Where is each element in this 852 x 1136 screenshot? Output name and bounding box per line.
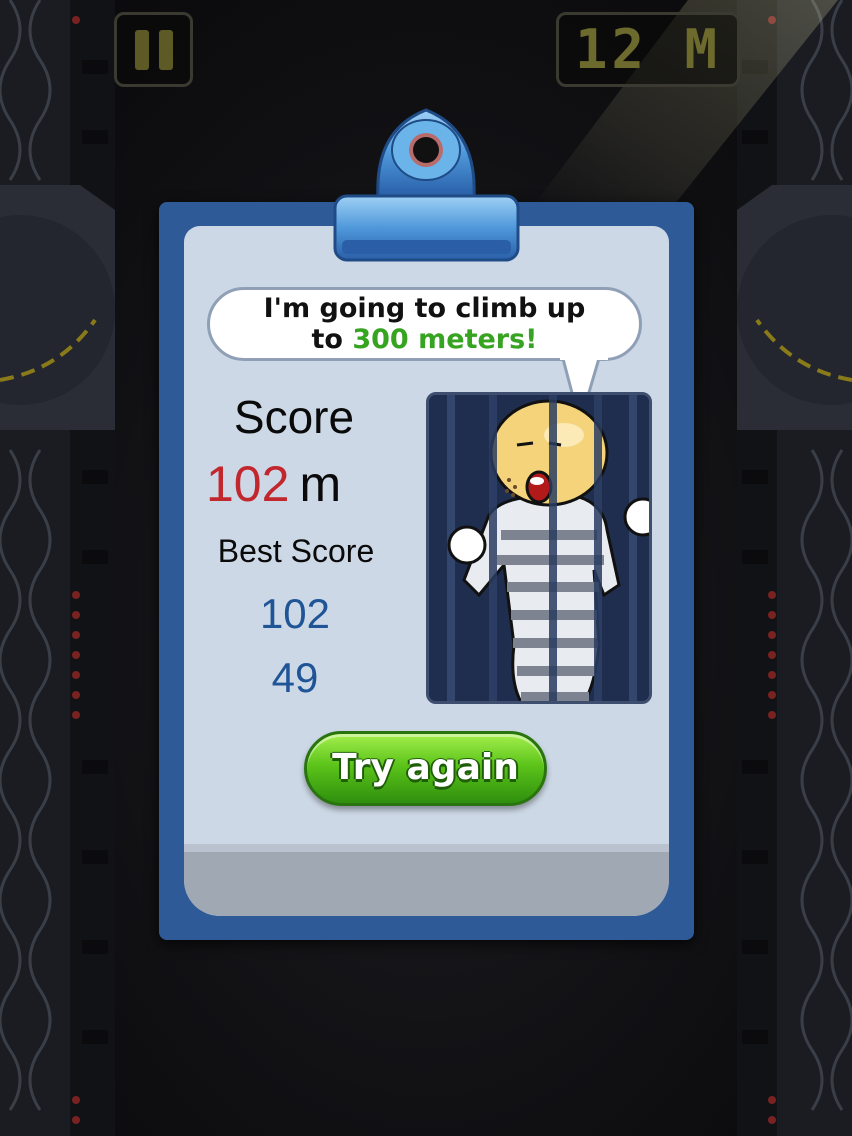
paper-band [184, 844, 669, 852]
right-prison-wall [737, 0, 852, 1136]
pause-icon [134, 29, 149, 70]
distance-counter: 12 M [556, 12, 740, 87]
speech-line-2-prefix: to [311, 324, 353, 355]
clipboard-clip [333, 108, 520, 262]
game-scene: 12 M I'm going to climb up to 300 meters… [0, 0, 852, 1136]
left-prison-wall [0, 0, 115, 1136]
best-score-first: 102 [259, 590, 331, 637]
speech-goal-highlight: 300 meters! [352, 324, 538, 355]
best-score-label: Best Score [217, 533, 375, 569]
score-value: 102 [206, 456, 290, 512]
pause-icon-bar [158, 29, 173, 70]
try-again-button[interactable]: Try again [304, 731, 547, 806]
best-score-second: 49 [271, 654, 319, 701]
speech-bubble: I'm going to climb up to 300 meters! [207, 287, 642, 361]
score-label: Score [233, 391, 355, 443]
score-unit: m [299, 456, 342, 512]
prisoner-illustration-art [429, 395, 649, 701]
prisoner-illustration [426, 392, 652, 704]
speech-line-1: I'm going to climb up [263, 293, 586, 324]
score-line: 102 m [206, 455, 341, 513]
speech-line-2: to 300 meters! [312, 324, 538, 355]
pause-button[interactable] [114, 12, 193, 87]
paper-bottom [184, 852, 669, 916]
